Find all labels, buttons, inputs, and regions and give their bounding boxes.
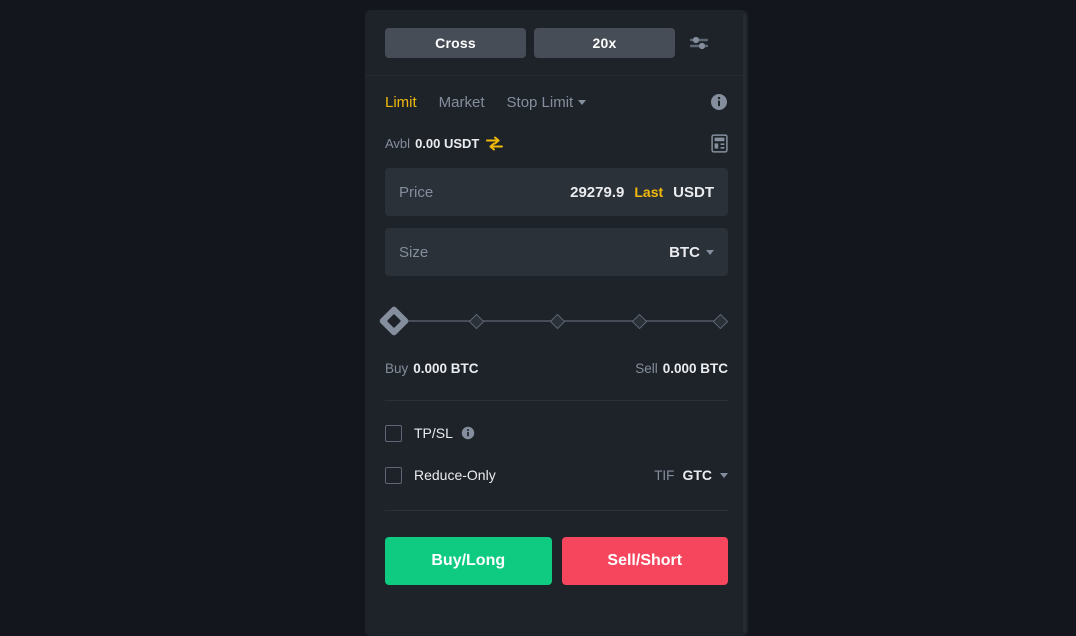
size-unit-dropdown[interactable]: BTC [669,244,714,261]
available-balance-label: Avbl [385,135,411,151]
info-circle-glyph [461,426,475,440]
slider-stop-25[interactable] [468,313,484,329]
tpsl-checkbox[interactable] [385,424,402,442]
order-type-tabs: Limit Market Stop Limit [385,80,728,124]
screen-root: Cross 20x Limit Market Stop Limit Avbl 0… [0,0,1076,636]
info-circle-icon[interactable] [461,426,475,440]
size-percent-slider[interactable] [378,305,728,337]
buy-estimate-label: Buy [385,360,409,376]
sliders-settings-icon[interactable] [683,28,715,58]
size-input-right: BTC [669,244,714,261]
price-input-label: Price [399,183,434,201]
tab-stop-limit[interactable]: Stop Limit [507,94,587,111]
price-last-button[interactable]: Last [634,184,663,200]
chevron-down-icon [706,249,714,255]
reduce-only-row: Reduce-Only TIF GTC [385,463,728,487]
transfer-arrows-glyph [486,136,504,150]
tab-limit[interactable]: Limit [385,94,417,111]
sell-estimate-value: 0.000 BTC [662,360,728,376]
reduce-only-label: Reduce-Only [414,467,496,483]
available-balance-row: Avbl 0.00 USDT [385,130,728,156]
tif-label: TIF [654,467,675,483]
chevron-down-icon [578,99,587,105]
buy-long-button[interactable]: Buy/Long [385,537,552,585]
slider-handle[interactable] [378,305,410,337]
tab-stop-limit-label: Stop Limit [506,93,574,111]
tab-market[interactable]: Market [439,94,485,111]
options-divider-top [385,400,728,401]
sell-short-button[interactable]: Sell/Short [561,537,728,585]
margin-leverage-bar: Cross 20x [385,10,728,75]
tab-limit-label: Limit [385,93,417,111]
leverage-button[interactable]: 20x [534,28,675,58]
tif-dropdown[interactable]: TIF GTC [654,467,728,483]
sliders-settings-glyph [689,36,709,50]
tpsl-label: TP/SL [414,425,453,441]
sell-estimate-group: Sell 0.000 BTC [635,361,728,376]
tif-value: GTC [682,467,712,483]
available-balance-value: 0.00 USDT [415,135,480,151]
slider-stop-50[interactable] [549,313,565,329]
price-input-right: 29279.9 Last USDT [570,184,714,201]
price-unit-label: USDT [673,183,714,201]
order-action-buttons: Buy/Long Sell/Short [385,537,728,605]
price-input[interactable]: Price 29279.9 Last USDT [385,168,728,216]
transfer-arrows-icon[interactable] [486,136,504,151]
calculator-glyph [711,133,728,153]
margin-mode-button[interactable]: Cross [385,28,526,58]
topbar-divider [365,75,748,76]
order-entry-panel: Cross 20x Limit Market Stop Limit Avbl 0… [365,10,748,636]
panel-scrollbar[interactable] [743,14,746,632]
estimate-row: Buy 0.000 BTC Sell 0.000 BTC [385,358,728,378]
info-circle-icon[interactable] [710,93,728,111]
tab-market-label: Market [438,93,485,111]
info-circle-glyph [711,94,727,110]
calculator-icon[interactable] [711,133,728,153]
tpsl-row: TP/SL [385,421,728,445]
buy-estimate-value: 0.000 BTC [413,360,479,376]
options-divider-bottom [385,510,728,511]
size-unit-label: BTC [669,243,700,261]
price-input-value: 29279.9 [570,183,625,201]
reduce-only-checkbox[interactable] [385,466,402,484]
sell-estimate-label: Sell [635,360,658,376]
size-input[interactable]: Size BTC [385,228,728,276]
slider-stop-100[interactable] [712,313,728,329]
slider-stop-75[interactable] [631,313,647,329]
chevron-down-icon [720,472,728,478]
size-input-placeholder: Size [399,243,429,261]
